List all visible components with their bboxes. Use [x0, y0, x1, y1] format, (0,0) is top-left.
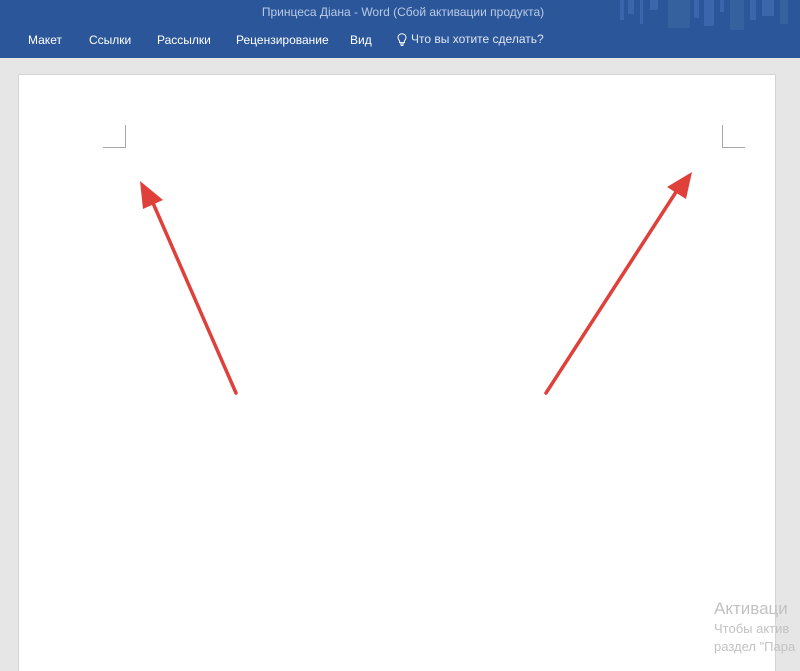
document-page[interactable]	[18, 74, 776, 671]
top-left-margin-mark	[103, 125, 126, 148]
ribbon-decoration	[620, 0, 788, 30]
watermark-line-1: Чтобы актив	[714, 621, 790, 636]
tab-mailings[interactable]: Рассылки	[157, 33, 211, 47]
document-canvas[interactable]	[0, 58, 800, 671]
tab-references[interactable]: Ссылки	[89, 33, 131, 47]
lightbulb-icon	[397, 32, 407, 46]
tell-me-box[interactable]: Что вы хотите сделать?	[397, 32, 544, 46]
tab-view[interactable]: Вид	[350, 33, 372, 47]
ribbon-tabs: Макет Ссылки Рассылки Рецензирование Вид…	[0, 30, 800, 50]
activation-watermark: Активаци Чтобы актив раздел "Пара	[714, 598, 795, 656]
tab-review[interactable]: Рецензирование	[236, 33, 329, 47]
tell-me-label: Что вы хотите сделать?	[411, 32, 544, 46]
top-right-margin-mark	[722, 125, 745, 148]
watermark-line-2: раздел "Пара	[714, 639, 796, 654]
tab-layout[interactable]: Макет	[28, 33, 62, 47]
watermark-title: Активаци	[714, 599, 788, 618]
ribbon: Принцеса Діана - Word (Сбой активации пр…	[0, 0, 800, 58]
word-window: Принцеса Діана - Word (Сбой активации пр…	[0, 0, 800, 671]
